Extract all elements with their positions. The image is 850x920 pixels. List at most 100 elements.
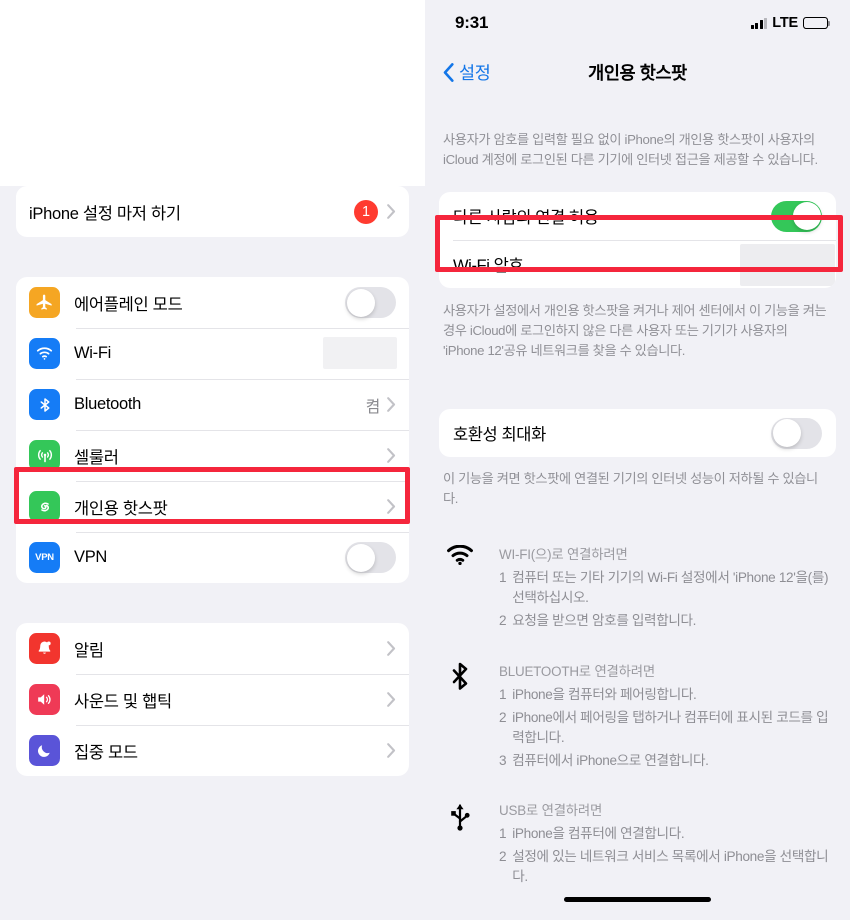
promo-label: iPhone 설정 마저 하기 xyxy=(29,204,181,223)
hotspot-icon xyxy=(29,491,60,522)
sidebar-item-label: 집중 모드 xyxy=(74,743,138,762)
bluetooth-state-value: 켬 xyxy=(365,398,381,416)
chevron-right-icon xyxy=(387,397,396,412)
sidebar-item-finish-setup[interactable]: iPhone 설정 마저 하기 1 xyxy=(16,186,409,237)
sidebar-item-label: 개인용 핫스팟 xyxy=(74,499,168,518)
sidebar-item-label: 알림 xyxy=(74,641,104,660)
sidebar-item-notifications[interactable]: 알림 xyxy=(16,623,409,674)
settings-screen: iPhone 설정 마저 하기 1 에어플레인 모드 Wi-Fi Bluetoo… xyxy=(0,0,425,920)
instruction-text: USB로 연결하려면 1 iPhone을 컴퓨터에 연결합니다. 2 설정에 있… xyxy=(499,799,836,890)
cellular-icon xyxy=(29,440,60,471)
instruction-step: 2 iPhone에서 페어링을 탭하거나 컴퓨터에 표시된 코드를 입력합니다. xyxy=(499,708,836,748)
instruction-step: 2 설정에 있는 네트워크 서비스 목록에서 iPhone을 선택합니다. xyxy=(499,847,836,887)
hotspot-settings-card: 다른 사람의 연결 허용 Wi-Fi 암호 xyxy=(439,192,836,289)
status-indicators: LTE xyxy=(750,15,831,31)
step-number: 1 xyxy=(499,686,507,702)
sidebar-item-vpn[interactable]: VPN VPN xyxy=(16,532,409,583)
allow-others-toggle[interactable] xyxy=(771,200,822,232)
step-number: 2 xyxy=(499,849,507,865)
instruction-step: 2 요청을 받으면 암호를 입력합니다. xyxy=(499,611,836,631)
sidebar-item-label: Bluetooth xyxy=(74,395,142,413)
toggle-knob xyxy=(346,543,375,572)
instruction-wifi: WI-FI(으)로 연결하려면 1 컴퓨터 또는 기타 기기의 Wi-Fi 설정… xyxy=(443,543,836,634)
instruction-text: BLUETOOTH로 연결하려면 1 iPhone을 컴퓨터와 페어링합니다. … xyxy=(499,660,836,773)
instruction-title: USB로 연결하려면 xyxy=(499,803,603,819)
step-text: iPhone을 컴퓨터와 페어링합니다. xyxy=(512,686,697,702)
sidebar-item-bluetooth[interactable]: Bluetooth 켬 xyxy=(16,379,409,430)
max-compatibility-label: 호환성 최대화 xyxy=(453,426,546,445)
vpn-icon: VPN xyxy=(29,542,60,573)
instruction-title: BLUETOOTH로 연결하려면 xyxy=(499,663,656,679)
carrier-label: LTE xyxy=(772,15,798,31)
connection-instructions: WI-FI(으)로 연결하려면 1 컴퓨터 또는 기타 기기의 Wi-Fi 설정… xyxy=(439,543,836,889)
bluetooth-icon xyxy=(29,389,60,420)
sidebar-item-label: VPN xyxy=(74,548,108,566)
dual-screenshot: iPhone 설정 마저 하기 1 에어플레인 모드 Wi-Fi Bluetoo… xyxy=(0,0,850,920)
wifi-value-redaction xyxy=(323,337,397,369)
cropped-top-area xyxy=(0,0,425,156)
step-text: iPhone을 컴퓨터에 연결합니다. xyxy=(512,826,685,842)
step-number: 1 xyxy=(499,570,507,586)
wifi-icon xyxy=(29,338,60,369)
chevron-left-icon xyxy=(443,62,454,82)
personal-hotspot-screen: 9:31 LTE 설정 개인용 핫스팟 사용자가 암호를 입력할 필요 없이 i… xyxy=(425,0,850,920)
signal-strength-icon xyxy=(750,17,768,29)
step-number: 3 xyxy=(499,752,507,768)
instruction-usb: USB로 연결하려면 1 iPhone을 컴퓨터에 연결합니다. 2 설정에 있… xyxy=(443,799,836,890)
sidebar-item-sounds-haptics[interactable]: 사운드 및 햅틱 xyxy=(16,674,409,725)
bell-icon xyxy=(29,633,60,664)
chevron-right-icon xyxy=(387,448,396,463)
instruction-step: 1 iPhone을 컴퓨터와 페어링합니다. xyxy=(499,685,836,705)
instruction-step: 1 iPhone을 컴퓨터에 연결합니다. xyxy=(499,824,836,844)
home-indicator xyxy=(564,897,711,902)
hotspot-content: 사용자가 암호를 입력할 필요 없이 iPhone의 개인용 핫스팟이 사용자의… xyxy=(425,130,850,890)
wifi-password-redaction xyxy=(740,244,835,287)
sidebar-item-label: 에어플레인 모드 xyxy=(74,295,183,314)
usb-icon xyxy=(443,799,477,890)
chevron-right-icon xyxy=(387,499,396,514)
step-text: 컴퓨터에서 iPhone으로 연결합니다. xyxy=(512,752,709,768)
status-bar: 9:31 LTE xyxy=(425,0,850,46)
instruction-title: WI-FI(으)로 연결하려면 xyxy=(499,547,628,563)
step-text: 컴퓨터 또는 기타 기기의 Wi-Fi 설정에서 'iPhone 12'을(를)… xyxy=(512,570,829,606)
instruction-step: 3 컴퓨터에서 iPhone으로 연결합니다. xyxy=(499,751,836,771)
settings-promo-card: iPhone 설정 마저 하기 1 xyxy=(16,186,409,237)
toggle-knob xyxy=(792,202,821,231)
wifi-password-row[interactable]: Wi-Fi 암호 xyxy=(439,240,836,288)
allow-others-footnote: 사용자가 설정에서 개인용 핫스팟을 켜거나 제어 센터에서 이 기능을 켜는 … xyxy=(443,303,827,359)
instruction-text: WI-FI(으)로 연결하려면 1 컴퓨터 또는 기타 기기의 Wi-Fi 설정… xyxy=(499,543,836,634)
step-text: 요청을 받으면 암호를 입력합니다. xyxy=(512,613,697,629)
chevron-right-icon xyxy=(387,692,396,707)
step-number: 2 xyxy=(499,613,507,629)
max-compatibility-row[interactable]: 호환성 최대화 xyxy=(439,409,836,457)
allow-others-row[interactable]: 다른 사람의 연결 허용 xyxy=(439,192,836,240)
sidebar-item-personal-hotspot[interactable]: 개인용 핫스팟 xyxy=(16,481,409,532)
sidebar-item-airplane-mode[interactable]: 에어플레인 모드 xyxy=(16,277,409,328)
chevron-right-icon xyxy=(387,641,396,656)
allow-others-label: 다른 사람의 연결 허용 xyxy=(453,209,599,228)
sidebar-item-wifi[interactable]: Wi-Fi xyxy=(16,328,409,379)
max-compatibility-toggle[interactable] xyxy=(771,417,822,449)
step-number: 2 xyxy=(499,709,507,725)
bluetooth-icon xyxy=(443,660,477,773)
wifi-icon xyxy=(443,543,477,634)
settings-group-connectivity: 에어플레인 모드 Wi-Fi Bluetooth 켬 셀룰러 개인용 핫스팟 V… xyxy=(16,277,409,583)
airplane-mode-toggle[interactable] xyxy=(345,287,396,318)
toggle-knob xyxy=(772,419,801,448)
step-text: iPhone에서 페어링을 탭하거나 컴퓨터에 표시된 코드를 입력합니다. xyxy=(512,709,829,745)
sidebar-item-label: 셀룰러 xyxy=(74,448,119,467)
sidebar-item-cellular[interactable]: 셀룰러 xyxy=(16,430,409,481)
step-text: 설정에 있는 네트워크 서비스 목록에서 iPhone을 선택합니다. xyxy=(512,849,829,885)
back-button[interactable]: 설정 xyxy=(443,60,491,85)
instruction-step: 1 컴퓨터 또는 기타 기기의 Wi-Fi 설정에서 'iPhone 12'을(… xyxy=(499,568,836,608)
step-number: 1 xyxy=(499,826,507,842)
compatibility-footnote: 이 기능을 켜면 핫스팟에 연결된 기기의 인터넷 성능이 저하될 수 있습니다… xyxy=(443,471,818,507)
navigation-bar: 설정 개인용 핫스팟 xyxy=(425,46,850,98)
status-time: 9:31 xyxy=(455,13,489,32)
compatibility-card: 호환성 최대화 xyxy=(439,409,836,458)
vpn-toggle[interactable] xyxy=(345,542,396,573)
intro-text: 사용자가 암호를 입력할 필요 없이 iPhone의 개인용 핫스팟이 사용자의… xyxy=(443,132,818,168)
settings-group-system: 알림 사운드 및 햅틱 집중 모드 xyxy=(16,623,409,776)
sidebar-item-focus[interactable]: 집중 모드 xyxy=(16,725,409,776)
back-button-label: 설정 xyxy=(459,62,491,83)
